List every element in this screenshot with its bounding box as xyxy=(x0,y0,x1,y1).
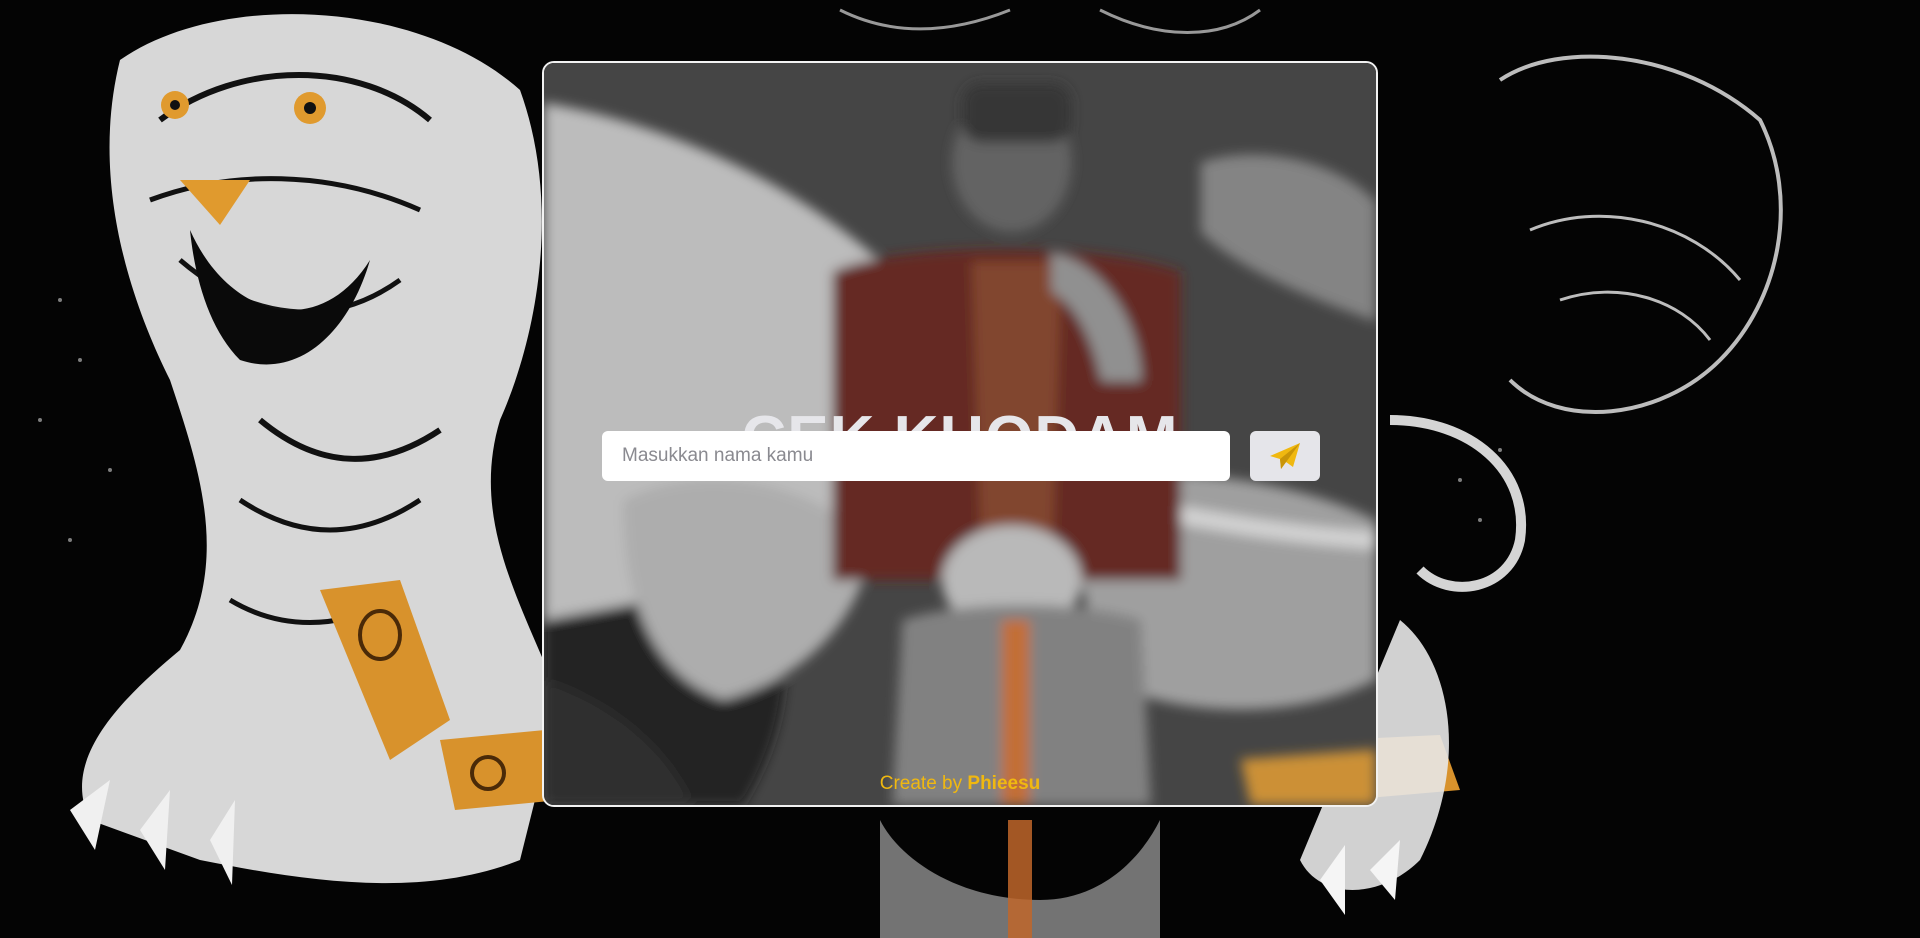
page: CEK KHODAM Create by Phieesu xyxy=(0,0,1920,938)
khodam-card: CEK KHODAM Create by Phieesu xyxy=(542,61,1378,807)
paper-plane-icon xyxy=(1270,443,1300,469)
name-input[interactable] xyxy=(602,431,1230,481)
credit-prefix: Create by xyxy=(879,773,963,794)
submit-button[interactable] xyxy=(1250,431,1320,481)
credit-author: Phieesu xyxy=(967,773,1041,794)
credit-footer: Create by Phieesu xyxy=(544,773,1376,795)
name-form xyxy=(602,431,1322,481)
